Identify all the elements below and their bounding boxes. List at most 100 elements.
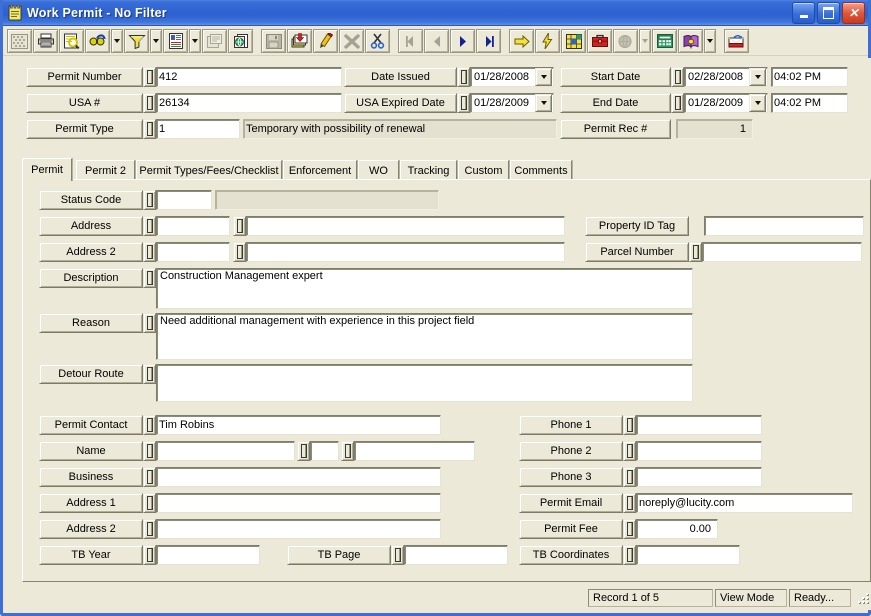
- calculator-icon[interactable]: [652, 29, 677, 53]
- tab-tracking[interactable]: Tracking: [400, 160, 457, 180]
- find-dropdown-icon[interactable]: [111, 29, 123, 53]
- permit-contact-input[interactable]: Tim Robins: [156, 415, 441, 435]
- next-record-icon[interactable]: [450, 29, 475, 53]
- permit-type-picker-button[interactable]: [143, 119, 156, 139]
- lightning-icon[interactable]: [535, 29, 560, 53]
- phone-3-picker-button[interactable]: [623, 467, 636, 487]
- chevron-down-icon[interactable]: [749, 94, 766, 112]
- address-number-picker-button[interactable]: [143, 216, 156, 236]
- usa-expired-date-label[interactable]: USA Expired Date: [344, 93, 457, 113]
- tb-year-input[interactable]: [156, 545, 260, 565]
- address-2-street-input[interactable]: [246, 242, 565, 262]
- detour-route-label[interactable]: Detour Route: [39, 364, 143, 384]
- phone-1-picker-button[interactable]: [623, 415, 636, 435]
- reason-picker-button[interactable]: [143, 313, 156, 333]
- tb-page-input[interactable]: [404, 545, 508, 565]
- contact-address-1-picker-button[interactable]: [143, 493, 156, 513]
- permit-email-label[interactable]: Permit Email: [519, 493, 623, 513]
- start-date-input[interactable]: 02/28/2008: [684, 67, 768, 87]
- permit-fee-picker-button[interactable]: [623, 519, 636, 539]
- tb-coordinates-label[interactable]: TB Coordinates: [519, 545, 623, 565]
- tab-comments[interactable]: Comments: [510, 160, 572, 180]
- phone-1-input[interactable]: [636, 415, 762, 435]
- minimize-button[interactable]: [792, 2, 815, 24]
- date-issued-picker-button[interactable]: [457, 67, 470, 87]
- tb-coordinates-input[interactable]: [636, 545, 740, 565]
- usa-number-input[interactable]: 26134: [156, 93, 342, 113]
- tb-year-label[interactable]: TB Year: [39, 545, 143, 565]
- date-issued-input[interactable]: 01/28/2008: [470, 67, 554, 87]
- detour-route-textarea[interactable]: [156, 364, 693, 402]
- reason-label[interactable]: Reason: [39, 313, 143, 333]
- tb-year-picker-button[interactable]: [143, 545, 156, 565]
- toolkit-icon[interactable]: [587, 29, 612, 53]
- goto-icon[interactable]: [509, 29, 534, 53]
- permit-type-label[interactable]: Permit Type: [26, 119, 143, 139]
- detour-route-picker-button[interactable]: [143, 364, 156, 384]
- last-record-icon[interactable]: [476, 29, 501, 53]
- cut-icon[interactable]: [365, 29, 390, 53]
- chevron-down-icon[interactable]: [535, 94, 552, 112]
- permit-contact-label[interactable]: Permit Contact: [39, 415, 143, 435]
- tb-page-picker-button[interactable]: [391, 545, 404, 565]
- tb-coordinates-picker-button[interactable]: [623, 545, 636, 565]
- phone-2-input[interactable]: [636, 441, 762, 461]
- permit-email-picker-button[interactable]: [623, 493, 636, 513]
- parcel-number-label[interactable]: Parcel Number: [585, 242, 689, 262]
- phone-3-label[interactable]: Phone 3: [519, 467, 623, 487]
- start-time-input[interactable]: 04:02 PM: [771, 67, 848, 87]
- close-button[interactable]: ✕: [842, 2, 865, 24]
- contact-address-2-input[interactable]: [156, 519, 441, 539]
- phone-2-label[interactable]: Phone 2: [519, 441, 623, 461]
- permit-contact-picker-button[interactable]: [143, 415, 156, 435]
- end-date-picker-button[interactable]: [671, 93, 684, 113]
- end-date-input[interactable]: 01/28/2009: [684, 93, 768, 113]
- address-2-number-picker-button[interactable]: [143, 242, 156, 262]
- business-input[interactable]: [156, 467, 441, 487]
- tab-wo[interactable]: WO: [358, 160, 399, 180]
- business-picker-button[interactable]: [143, 467, 156, 487]
- business-label[interactable]: Business: [39, 467, 143, 487]
- chevron-down-icon[interactable]: [749, 68, 766, 86]
- globe-icon[interactable]: [613, 29, 638, 53]
- contact-address-1-input[interactable]: [156, 493, 441, 513]
- add-record-icon[interactable]: [287, 29, 312, 53]
- name-first-picker-button[interactable]: [143, 441, 156, 461]
- permit-number-label[interactable]: Permit Number: [26, 67, 143, 87]
- permit-fee-label[interactable]: Permit Fee: [519, 519, 623, 539]
- end-date-label[interactable]: End Date: [560, 93, 671, 113]
- start-date-label[interactable]: Start Date: [560, 67, 671, 87]
- end-time-input[interactable]: 04:02 PM: [771, 93, 848, 113]
- print-icon[interactable]: [33, 29, 58, 53]
- name-first-input[interactable]: [156, 441, 295, 461]
- report-dropdown-icon[interactable]: [189, 29, 201, 53]
- address-2-number-input[interactable]: [156, 242, 230, 262]
- phone-1-label[interactable]: Phone 1: [519, 415, 623, 435]
- property-id-tag-label[interactable]: Property ID Tag: [585, 216, 689, 236]
- grid-view-icon[interactable]: [7, 29, 32, 53]
- tb-page-label[interactable]: TB Page: [287, 545, 391, 565]
- resize-grip[interactable]: [856, 591, 870, 605]
- form-properties-icon[interactable]: [202, 29, 227, 53]
- permit-rec-number-label[interactable]: Permit Rec #: [560, 119, 671, 139]
- address-label[interactable]: Address: [39, 216, 143, 236]
- find-icon[interactable]: [85, 29, 110, 53]
- start-date-picker-button[interactable]: [671, 67, 684, 87]
- maximize-button[interactable]: [817, 2, 840, 24]
- chevron-down-icon[interactable]: [535, 68, 552, 86]
- description-picker-button[interactable]: [143, 268, 156, 288]
- globe-dropdown-icon[interactable]: [639, 29, 651, 53]
- previous-record-icon[interactable]: [424, 29, 449, 53]
- usa-number-label[interactable]: USA #: [26, 93, 143, 113]
- parcel-number-input[interactable]: [702, 242, 862, 262]
- status-code-input[interactable]: [156, 190, 212, 210]
- name-last-picker-button[interactable]: [341, 441, 354, 461]
- save-icon[interactable]: [261, 29, 286, 53]
- phone-3-input[interactable]: [636, 467, 762, 487]
- book-icon[interactable]: [678, 29, 703, 53]
- address-number-input[interactable]: [156, 216, 230, 236]
- edit-icon[interactable]: [313, 29, 338, 53]
- web-document-icon[interactable]: [228, 29, 253, 53]
- tab-custom[interactable]: Custom: [458, 160, 509, 180]
- address-street-input[interactable]: [246, 216, 565, 236]
